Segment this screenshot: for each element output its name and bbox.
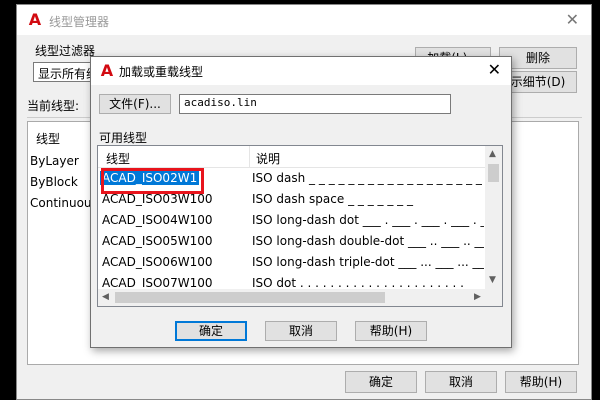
main-titlebar[interactable]: A 线型管理器 ✕ <box>17 5 591 35</box>
list-header-linetype: 线型 <box>36 132 61 146</box>
horizontal-scrollbar[interactable]: ◀ ▶ <box>98 289 486 306</box>
close-icon[interactable]: ✕ <box>566 12 579 28</box>
table-row[interactable]: ACAD_ISO04W100 ISO long-dash dot ___ . _… <box>98 211 486 232</box>
vertical-scrollbar[interactable]: ▲ ▼ <box>485 146 502 290</box>
scroll-left-icon[interactable]: ◀ <box>102 293 109 302</box>
column-header-description[interactable]: 说明 <box>256 150 280 167</box>
main-window-title: 线型管理器 <box>49 15 110 29</box>
file-button-label: 文件(F)... <box>109 97 161 111</box>
show-details-button-label: 示细节(D) <box>510 75 566 89</box>
load-linetype-dialog: A 加载或重载线型 ✕ 文件(F)... acadiso.lin 可用线型 线型… <box>90 56 512 348</box>
dialog-cancel-button[interactable]: 取消 <box>265 321 337 341</box>
linetype-description: ISO long-dash double-dot ___ .. ___ .. _… <box>252 234 484 248</box>
vertical-scroll-thumb[interactable] <box>488 164 499 182</box>
main-cancel-label: 取消 <box>448 375 473 389</box>
linetype-description: ISO dash _ _ _ _ _ _ _ _ _ _ _ _ _ _ _ _… <box>252 171 484 185</box>
dialog-title: 加载或重载线型 <box>119 65 204 79</box>
file-path-field[interactable]: acadiso.lin <box>179 94 451 114</box>
linetype-name: ACAD_ISO03W100 <box>102 192 213 206</box>
main-ok-button[interactable]: 确定 <box>345 371 417 393</box>
linetype-name: ACAD_ISO05W100 <box>102 234 213 248</box>
linetype-filter-value: 显示所有线 <box>38 67 99 81</box>
table-row[interactable]: ACAD_ISO05W100 ISO long-dash double-dot … <box>98 232 486 253</box>
dialog-cancel-label: 取消 <box>288 324 313 338</box>
linetype-description: ISO dot . . . . . . . . . . . . . . . . … <box>252 276 464 290</box>
current-linetype-label: 当前线型: <box>27 99 80 113</box>
available-linetypes-label: 可用线型 <box>99 131 148 145</box>
table-row[interactable]: ACAD_ISO06W100 ISO long-dash triple-dot … <box>98 253 486 274</box>
main-ok-label: 确定 <box>368 375 393 389</box>
delete-button-label: 删除 <box>525 51 550 65</box>
autocad-logo-icon: A <box>100 61 114 80</box>
selection-highlight-box <box>101 168 204 194</box>
list-header: 线型 说明 <box>98 146 486 168</box>
dialog-help-label: 帮助(H) <box>369 324 413 338</box>
dialog-help-button[interactable]: 帮助(H) <box>355 321 427 341</box>
list-item[interactable]: ByLayer <box>30 154 79 168</box>
main-cancel-button[interactable]: 取消 <box>425 371 497 393</box>
linetype-name: ACAD_ISO06W100 <box>102 255 213 269</box>
dialog-ok-button[interactable]: 确定 <box>175 321 247 341</box>
autocad-logo-icon: A <box>28 10 42 29</box>
column-header-linetype[interactable]: 线型 <box>106 150 130 167</box>
scroll-down-icon[interactable]: ▼ <box>489 276 496 285</box>
list-item[interactable]: ByBlock <box>30 175 78 189</box>
horizontal-scroll-thumb[interactable] <box>115 292 385 303</box>
main-help-button[interactable]: 帮助(H) <box>505 371 577 393</box>
scroll-right-icon[interactable]: ▶ <box>474 293 481 302</box>
column-separator[interactable] <box>249 146 250 168</box>
file-button[interactable]: 文件(F)... <box>99 94 171 114</box>
scrollbar-corner <box>485 289 502 306</box>
linetype-filter-label: 线型过滤器 <box>35 44 96 58</box>
scroll-up-icon[interactable]: ▲ <box>489 150 496 159</box>
linetype-name: ACAD_ISO07W100 <box>102 276 213 290</box>
close-icon[interactable]: ✕ <box>488 62 501 78</box>
dialog-ok-label: 确定 <box>198 324 223 338</box>
file-path-value: acadiso.lin <box>184 96 257 109</box>
dialog-titlebar[interactable]: A 加载或重载线型 ✕ <box>91 57 511 85</box>
linetype-description: ISO dash space _ _ _ _ _ _ _ <box>252 192 413 206</box>
main-help-label: 帮助(H) <box>519 375 563 389</box>
linetype-description: ISO long-dash triple-dot ___ ... ___ ...… <box>252 255 484 269</box>
list-item[interactable]: Continuous <box>30 196 98 210</box>
linetype-description: ISO long-dash dot ___ . ___ . ___ . ___ … <box>252 213 484 227</box>
linetype-name: ACAD_ISO04W100 <box>102 213 213 227</box>
available-linetypes-list[interactable]: 线型 说明 ACAD_ISO02W1 ISO dash _ _ _ _ _ _ … <box>97 145 503 307</box>
